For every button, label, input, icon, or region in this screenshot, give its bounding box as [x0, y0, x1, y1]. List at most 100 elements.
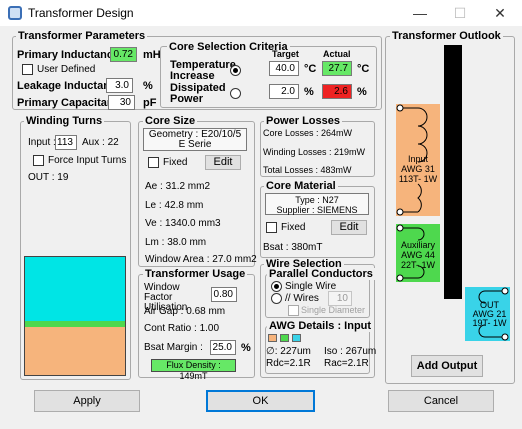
apply-button[interactable]: Apply [34, 390, 140, 412]
output-winding-info: OUT AWG 21 19T- 1W [469, 301, 510, 328]
winding-turns-label: Winding Turns [24, 115, 105, 127]
out-turns-label: OUT : 19 [28, 172, 69, 183]
parallel-wires-label: // Wires [285, 293, 319, 304]
temperature-actual-field: 27.7 [322, 61, 352, 76]
minimize-button[interactable]: — [400, 2, 440, 24]
add-output-button[interactable]: Add Output [411, 355, 483, 377]
user-defined-checkbox[interactable] [22, 64, 33, 75]
core-serie-text: E Serie [178, 139, 212, 150]
parallel-wires-field[interactable]: 10 [328, 291, 352, 306]
window-area-value: Window Area : 27.0 mm2 [145, 254, 257, 265]
single-diameter-checkbox[interactable] [288, 305, 299, 316]
awg-output-swatch[interactable] [292, 334, 301, 342]
input-turns-field[interactable]: 113 [55, 135, 77, 150]
window-title: Transformer Design [28, 6, 134, 20]
single-wire-radio[interactable] [271, 281, 282, 292]
target-header: Target [272, 49, 299, 59]
core-size-fixed-checkbox[interactable] [148, 157, 159, 168]
core-type-text: Type : N27 [295, 195, 339, 205]
bsat-margin-label: Bsat Margin : [144, 342, 203, 353]
leakage-inductance-field[interactable]: 3.0 [106, 78, 133, 93]
flux-density-value: Flux Density : 149mT [151, 359, 236, 381]
temperature-target-field[interactable]: 40.0 [269, 61, 299, 76]
auxiliary-winding-info: Auxiliary AWG 44 22T- 1W [396, 240, 440, 270]
transformer-outlook-label: Transformer Outlook [390, 30, 503, 42]
auxiliary-winding-turns: 22T- 1W [400, 260, 435, 270]
input-winding-block[interactable]: Input AWG 31 113T- 1W [396, 104, 440, 216]
core-size-label: Core Size [143, 115, 198, 127]
input-winding-turns: 113T- 1W [398, 174, 438, 184]
title-bar: Transformer Design — ☐ ✕ [0, 0, 522, 26]
core-window-fill-graphic [24, 256, 126, 376]
core-material-edit-button[interactable]: Edit [331, 220, 367, 235]
bsat-margin-field[interactable]: 25.0 [210, 340, 236, 355]
core-losses-value: Core Losses : 264mW [263, 128, 353, 138]
winding-losses-value: Winding Losses : 219mW [263, 147, 366, 157]
power-actual-field: 2.6 [322, 84, 352, 99]
core-material-fixed-label: Fixed [281, 222, 306, 233]
leakage-inductance-unit: % [143, 80, 153, 92]
rdc-value: Rdc=2.1R [266, 358, 311, 369]
cont-ratio-value: Cont Ratio : 1.00 [144, 323, 220, 334]
temperature-actual-unit: °C [357, 63, 370, 75]
output-winding-fill [25, 257, 125, 321]
output-winding-block[interactable]: OUT AWG 21 19T- 1W [465, 287, 510, 341]
core-size-fixed-label: Fixed [163, 157, 188, 168]
ok-button[interactable]: OK [206, 390, 315, 412]
transformer-parameters-label: Transformer Parameters [16, 30, 148, 42]
auxiliary-winding-awg: AWG 44 [401, 250, 435, 260]
transformer-usage-label: Transformer Usage [143, 268, 248, 280]
temperature-radio[interactable] [230, 65, 241, 76]
ve-value: Ve : 1340.0 mm3 [145, 218, 221, 229]
primary-capacitance-field[interactable]: 30 [108, 95, 135, 110]
awg-auxiliary-swatch[interactable] [280, 334, 289, 342]
core-supplier-text: Supplier : SIEMENS [276, 205, 358, 215]
single-diameter-label: Single Diameter [301, 305, 366, 315]
close-button[interactable]: ✕ [480, 2, 520, 24]
ae-value: Ae : 31.2 mm2 [145, 181, 211, 192]
lm-value: Lm : 38.0 mm [145, 237, 207, 248]
input-winding-name: Input [407, 154, 429, 164]
awg-diameter-value: ∅: 227um [266, 346, 311, 357]
auxiliary-winding-name: Auxiliary [400, 240, 435, 250]
awg-iso-value: Iso : 267um [324, 346, 377, 357]
core-material-box: Type : N27 Supplier : SIEMENS [265, 193, 369, 215]
actual-header: Actual [323, 49, 351, 59]
primary-inductance-unit: mH [143, 49, 161, 61]
output-winding-turns: 19T- 1W [472, 318, 507, 328]
aux-turns-label: Aux : 22 [82, 137, 119, 148]
air-gap-value: Air Gap : 0.68 mm [144, 306, 226, 317]
primary-capacitance-unit: pF [143, 97, 157, 109]
total-losses-value: Total Losses : 483mW [263, 165, 352, 175]
force-input-turns-label: Force Input Turns [48, 155, 127, 166]
window-factor-field[interactable]: 0.80 [211, 287, 237, 302]
app-icon [8, 6, 22, 20]
input-turns-label: Input : [28, 137, 56, 148]
primary-inductance-label: Primary Inductance [17, 49, 120, 61]
core-material-fixed-checkbox[interactable] [266, 222, 277, 233]
bsat-value: Bsat : 380mT [263, 242, 323, 253]
parallel-wires-radio[interactable] [271, 293, 282, 304]
parallel-conductors-label: Parallel Conductors [267, 268, 375, 280]
core-material-label: Core Material [264, 180, 338, 192]
input-winding-awg: AWG 31 [401, 164, 435, 174]
auxiliary-winding-block[interactable]: Auxiliary AWG 44 22T- 1W [396, 224, 440, 282]
power-target-unit: % [304, 86, 314, 98]
rac-value: Rac=2.1R [324, 358, 369, 369]
input-winding-fill [25, 327, 125, 375]
force-input-turns-checkbox[interactable] [33, 155, 44, 166]
temperature-target-unit: °C [304, 63, 317, 75]
power-losses-label: Power Losses [264, 115, 342, 127]
input-winding-info: Input AWG 31 113T- 1W [396, 154, 440, 184]
primary-inductance-field[interactable]: 0.72 [110, 47, 137, 62]
power-target-field[interactable]: 2.0 [269, 84, 299, 99]
dissipated-power-radio[interactable] [230, 88, 241, 99]
maximize-button[interactable]: ☐ [440, 2, 480, 24]
awg-details-label: AWG Details : Input [267, 320, 374, 332]
awg-input-swatch[interactable] [268, 334, 277, 342]
user-defined-label: User Defined [37, 64, 96, 75]
cancel-button[interactable]: Cancel [388, 390, 494, 412]
core-bar [444, 45, 462, 299]
core-size-edit-button[interactable]: Edit [205, 155, 241, 170]
power-actual-unit: % [357, 86, 367, 98]
